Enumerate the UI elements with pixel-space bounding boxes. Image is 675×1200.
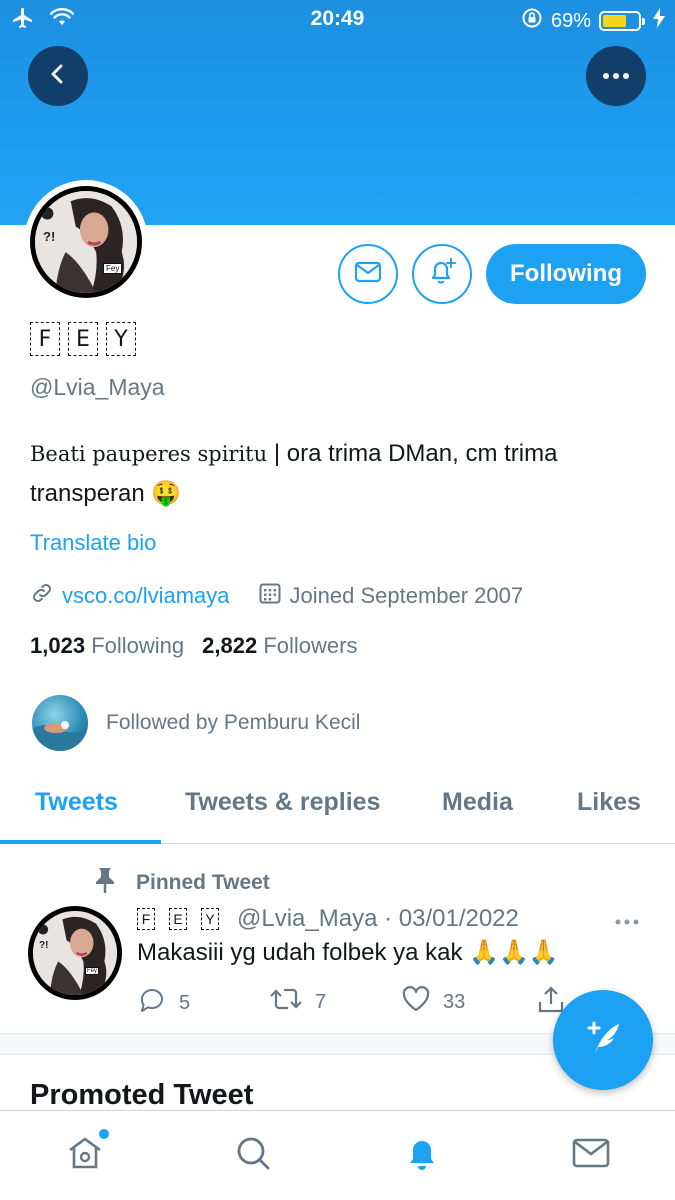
- website-link[interactable]: vsco.co/lviamaya: [62, 583, 230, 609]
- following-count: 1,023: [30, 633, 86, 658]
- battery-icon: [599, 11, 645, 31]
- charging-icon: [653, 8, 665, 34]
- avatar-photo: ?! Fey: [35, 191, 137, 293]
- nav-messages[interactable]: [569, 1133, 613, 1177]
- home-icon: [65, 1133, 105, 1178]
- back-button[interactable]: [28, 46, 88, 106]
- more-horizontal-icon: [614, 906, 640, 931]
- calendar-icon: [258, 581, 282, 611]
- retweet-button[interactable]: 7: [269, 985, 326, 1019]
- pinned-tweet-label: Pinned Tweet: [136, 871, 270, 894]
- following-count-link[interactable]: 1,023 Following: [30, 633, 184, 659]
- tweet-name-letter: E: [169, 908, 187, 930]
- translate-bio-link[interactable]: Translate bio: [30, 530, 156, 556]
- tweet-header: F E Y @Lvia_Maya · 03/01/2022: [137, 905, 519, 933]
- tweet-handle-date: @Lvia_Maya · 03/01/2022: [237, 905, 519, 932]
- tweet-name-letter: F: [137, 908, 155, 930]
- search-icon: [233, 1133, 273, 1178]
- tweet-actions: 5 7 33: [137, 985, 567, 1019]
- pin-icon: [92, 866, 118, 900]
- notifications-icon: [402, 1133, 442, 1178]
- joined-date: Joined September 2007: [289, 583, 524, 608]
- compose-tweet-button[interactable]: [553, 990, 653, 1090]
- nav-home[interactable]: [63, 1129, 109, 1178]
- home-notification-dot: [99, 1129, 109, 1139]
- rotation-lock-icon: [521, 7, 543, 35]
- followers-count-link[interactable]: 2,822 Followers: [202, 633, 357, 659]
- tab-media[interactable]: Media: [442, 788, 513, 817]
- tweet-avatar-photo: ?! Fey: [33, 911, 117, 995]
- nav-notifications[interactable]: [400, 1133, 444, 1177]
- bell-plus-icon: [426, 256, 458, 293]
- followers-label: Followers: [263, 633, 358, 658]
- link-icon: [30, 581, 54, 611]
- follower-avatar: [32, 695, 88, 751]
- back-arrow-icon: [46, 62, 70, 91]
- compose-icon: [579, 1014, 627, 1067]
- followed-by-row[interactable]: Followed by Pemburu Kecil: [32, 695, 360, 751]
- more-icon: [602, 67, 630, 85]
- retweet-count: 7: [315, 990, 327, 1013]
- reply-button[interactable]: 5: [137, 985, 190, 1021]
- mail-icon: [354, 261, 382, 288]
- tweet-avatar-tag-text: Fey: [85, 967, 100, 975]
- followed-by-text: Followed by Pemburu Kecil: [106, 711, 361, 734]
- tab-tweets-replies[interactable]: Tweets & replies: [185, 788, 380, 817]
- more-options-button[interactable]: [586, 46, 646, 106]
- like-count: 33: [443, 990, 466, 1013]
- followers-count: 2,822: [202, 633, 258, 658]
- following-button[interactable]: Following: [486, 244, 646, 304]
- reply-count: 5: [179, 991, 191, 1014]
- display-name-letter: Y: [106, 322, 136, 356]
- profile-meta: vsco.co/lviamaya Joined September 2007: [30, 581, 523, 611]
- pinned-label-row: Pinned Tweet: [92, 866, 270, 900]
- active-tab-indicator: [0, 840, 161, 844]
- message-button[interactable]: [338, 244, 398, 304]
- tweet-name-letter: Y: [201, 908, 219, 930]
- tweet-text: Makasiii yg udah folbek ya kak 🙏🙏🙏: [137, 939, 559, 966]
- profile-handle: @Lvia_Maya: [30, 374, 165, 400]
- status-bar: 20:49 69%: [0, 0, 675, 38]
- bottom-navigation: [0, 1110, 675, 1200]
- notifications-toggle-button[interactable]: [412, 244, 472, 304]
- retweet-icon: [269, 985, 303, 1019]
- display-name: F E Y: [30, 322, 136, 356]
- promoted-tweet-heading: Promoted Tweet: [30, 1079, 254, 1111]
- tweet-avatar-badge-text: ?!: [39, 940, 49, 951]
- tweet-author-avatar[interactable]: ?! Fey: [28, 906, 122, 1000]
- display-name-letter: E: [68, 322, 98, 356]
- tab-likes[interactable]: Likes: [577, 788, 641, 817]
- follow-counts: 1,023 Following 2,822 Followers: [30, 633, 357, 659]
- avatar-tag-text: Fey: [103, 263, 123, 274]
- tweet-more-button[interactable]: [614, 906, 640, 932]
- profile-avatar[interactable]: ?! Fey: [24, 180, 148, 304]
- messages-icon: [571, 1136, 611, 1175]
- tab-tweets[interactable]: Tweets: [35, 788, 118, 817]
- like-icon: [401, 985, 431, 1019]
- profile-tabs: Tweets Tweets & replies Media Likes: [0, 780, 675, 844]
- following-label: Following: [91, 633, 185, 658]
- profile-bio: Beati pauperes spiritu | ora trima DMan,…: [30, 434, 630, 514]
- reply-icon: [137, 985, 167, 1021]
- nav-search[interactable]: [231, 1133, 275, 1177]
- avatar-badge-text: ?!: [43, 229, 56, 244]
- battery-percent: 69%: [550, 9, 591, 32]
- bio-styled-text: Beati pauperes spiritu: [30, 442, 268, 466]
- display-name-letter: F: [30, 322, 60, 356]
- like-button[interactable]: 33: [401, 985, 465, 1019]
